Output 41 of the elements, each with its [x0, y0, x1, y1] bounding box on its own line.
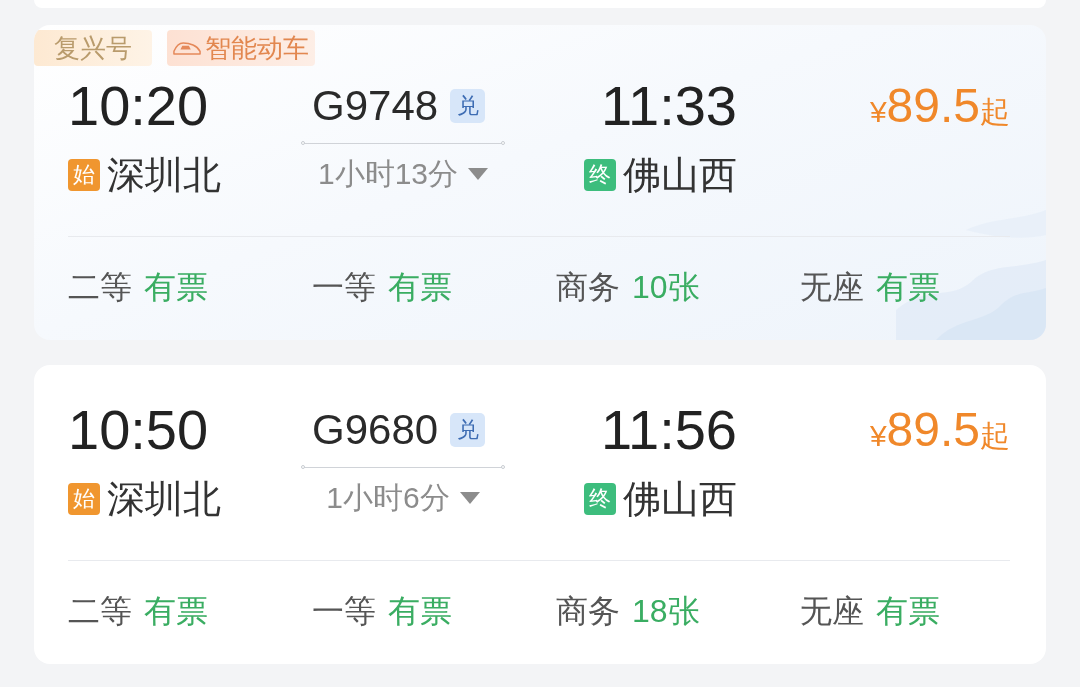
departure-time: 10:50 [68, 400, 210, 460]
ticket-availability: 有票 [144, 592, 208, 631]
seat-class: 一等 [312, 592, 376, 631]
caret-icon [459, 492, 480, 504]
train-number: G9680 [312, 406, 439, 454]
train-number: G9748 [312, 82, 439, 130]
train-card[interactable]: 复兴号 智能动车 10:20 始 深圳北 G9748 兑 1小时13分 11:33 终 佛山西 ¥89.5起 二等 有票 一等 有票 商务 10张 无座 有票 [34, 25, 1046, 340]
caret-icon [468, 168, 489, 180]
tag-label: 复兴号 [54, 32, 132, 65]
arrival-time: 11:56 [601, 400, 737, 460]
station-name: 佛山西 [623, 477, 737, 521]
station-tag: 终 [584, 159, 616, 191]
ticket-availability: 有票 [388, 592, 452, 631]
departure-time: 10:20 [68, 76, 210, 136]
station-tag: 始 [68, 159, 100, 191]
station-name: 深圳北 [107, 477, 221, 521]
train-icon [173, 40, 201, 56]
station-name: 深圳北 [107, 153, 221, 197]
seat-class: 一等 [312, 268, 376, 307]
train-card[interactable]: 10:50 始 深圳北 G9680 兑 1小时6分 11:56 终 佛山西 ¥89.5起 二等 有票 一等 有票 商务 18张 无座 有票 [34, 365, 1046, 664]
seat-class: 商务 [556, 268, 620, 307]
seat-class: 无座 [800, 592, 864, 631]
ticket-availability: 有票 [388, 268, 452, 307]
arrival-time: 11:33 [601, 76, 737, 136]
ticket-availability: 18张 [632, 592, 700, 631]
price-text: ¥89.5起 [869, 78, 1010, 134]
ticket-availability: 10张 [632, 268, 700, 307]
tag-label: 智能动车 [205, 32, 309, 65]
seat-class: 无座 [800, 268, 864, 307]
station-tag: 终 [584, 483, 616, 515]
ticket-availability: 有票 [876, 592, 940, 631]
redeem-tag: 兑 [450, 89, 486, 123]
seat-class: 二等 [68, 592, 132, 631]
seat-class: 二等 [68, 268, 132, 307]
seat-class: 商务 [556, 592, 620, 631]
station-name: 佛山西 [623, 153, 737, 197]
price-text: ¥89.5起 [869, 402, 1010, 458]
station-tag: 始 [68, 483, 100, 515]
ticket-availability: 有票 [876, 268, 940, 307]
ticket-availability: 有票 [144, 268, 208, 307]
redeem-tag: 兑 [450, 413, 486, 447]
